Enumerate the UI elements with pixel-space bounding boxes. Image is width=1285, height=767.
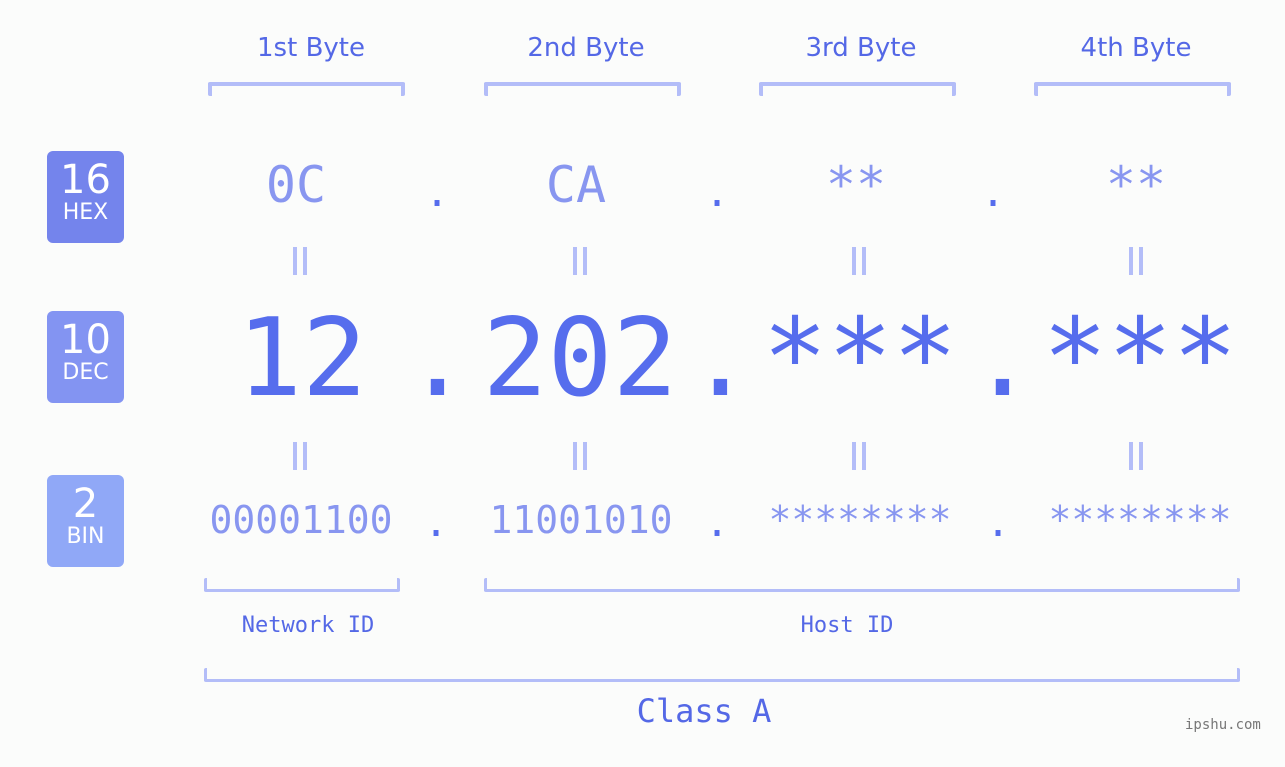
byte-header-1: 1st Byte <box>257 33 365 63</box>
bin-badge-label: BIN <box>66 524 105 549</box>
byte-header-3: 3rd Byte <box>805 33 917 63</box>
watermark: ipshu.com <box>1185 717 1261 733</box>
hex-byte-4: ** <box>1105 156 1167 214</box>
hex-byte-2: CA <box>545 156 607 214</box>
byte-bracket-3 <box>759 82 956 96</box>
hex-badge-number: 16 <box>60 157 111 203</box>
bin-byte-1: 00001100 <box>209 498 393 542</box>
equals-icon <box>1129 442 1143 470</box>
network-id-label: Network ID <box>241 613 375 638</box>
equals-icon <box>293 442 307 470</box>
bin-byte-2: 11001010 <box>489 498 673 542</box>
byte-bracket-4 <box>1034 82 1231 96</box>
hex-byte-1: 0C <box>265 156 327 214</box>
dec-badge-number: 10 <box>60 317 111 363</box>
byte-bracket-2 <box>484 82 681 96</box>
byte-header-2: 2nd Byte <box>527 33 645 63</box>
bin-badge: 2 BIN <box>47 475 124 567</box>
dec-byte-4: *** <box>1042 296 1238 421</box>
equals-icon <box>573 247 587 275</box>
dec-byte-3: *** <box>762 296 958 421</box>
hex-separator-3: . <box>981 170 1006 216</box>
hex-byte-3: ** <box>825 156 887 214</box>
dec-badge: 10 DEC <box>47 311 124 403</box>
host-id-bracket <box>484 578 1240 592</box>
byte-bracket-1 <box>208 82 405 96</box>
bin-separator-2: . <box>705 500 730 546</box>
bin-separator-1: . <box>424 500 449 546</box>
bin-byte-3: ******** <box>768 498 952 542</box>
class-bracket <box>204 668 1240 682</box>
equals-icon <box>852 442 866 470</box>
hex-badge-label: HEX <box>62 200 109 225</box>
equals-icon <box>852 247 866 275</box>
dec-badge-label: DEC <box>62 360 109 385</box>
dec-separator-3: . <box>970 296 1036 421</box>
equals-icon <box>293 247 307 275</box>
hex-separator-2: . <box>705 170 730 216</box>
dec-byte-1: 12 <box>236 296 368 421</box>
hex-badge: 16 HEX <box>47 151 124 243</box>
byte-header-4: 4th Byte <box>1080 33 1192 63</box>
dec-byte-2: 202 <box>482 296 678 421</box>
dec-separator-1: . <box>405 296 471 421</box>
bin-badge-number: 2 <box>72 481 99 527</box>
bin-byte-4: ******** <box>1048 498 1232 542</box>
hex-separator-1: . <box>425 170 450 216</box>
equals-icon <box>1129 247 1143 275</box>
equals-icon <box>573 442 587 470</box>
network-id-bracket <box>204 578 400 592</box>
host-id-label: Host ID <box>800 613 894 638</box>
class-label: Class A <box>636 692 772 730</box>
dec-separator-2: . <box>688 296 754 421</box>
bin-separator-3: . <box>986 500 1011 546</box>
